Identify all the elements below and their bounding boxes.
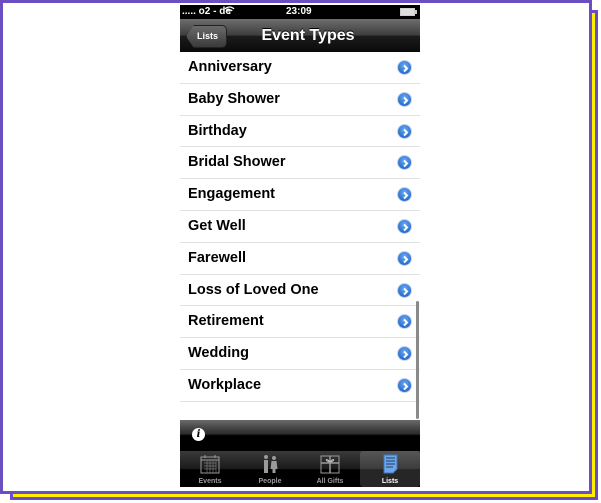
- list-item-label: Get Well: [188, 217, 246, 234]
- battery-icon: [400, 8, 417, 16]
- list-item-label: Farewell: [188, 249, 247, 266]
- list-item[interactable]: Loss of Loved One: [180, 275, 420, 307]
- disclosure-chevron-icon[interactable]: [397, 346, 412, 362]
- navigation-bar: Lists Event Types: [180, 19, 420, 52]
- list-item-label: Workplace: [188, 376, 262, 393]
- page-title: Event Types: [261, 27, 355, 44]
- disclosure-chevron-icon[interactable]: [397, 314, 412, 330]
- bottom-toolbar: i: [180, 420, 420, 451]
- list-item-label: Engagement: [188, 186, 276, 203]
- list-item-label: Bridal Shower: [188, 154, 286, 171]
- list-item[interactable]: Get Well: [180, 211, 420, 243]
- scrollbar[interactable]: [416, 301, 419, 419]
- disclosure-chevron-icon[interactable]: [397, 91, 412, 107]
- wifi-icon: [224, 5, 235, 18]
- tab-label: Lists: [381, 478, 399, 485]
- disclosure-chevron-icon[interactable]: [397, 218, 412, 234]
- list-item[interactable]: Baby Shower: [180, 84, 420, 116]
- tab-label: People: [258, 478, 282, 485]
- list-item-label: Baby Shower: [188, 90, 280, 107]
- list-item-label: Wedding: [188, 345, 249, 362]
- disclosure-chevron-icon[interactable]: [397, 123, 412, 139]
- tab-people[interactable]: People: [240, 451, 300, 487]
- people-icon: [264, 455, 278, 473]
- list-item[interactable]: Anniversary: [180, 52, 420, 84]
- status-bar: ..... o2 - de 23:09: [180, 5, 420, 19]
- list-item[interactable]: Workplace: [180, 370, 420, 402]
- list-item[interactable]: Engagement: [180, 179, 420, 211]
- list-icon: [383, 454, 398, 474]
- info-icon[interactable]: i: [192, 428, 205, 441]
- list-item[interactable]: Bridal Shower: [180, 147, 420, 180]
- clock: 23:09: [286, 6, 312, 17]
- disclosure-chevron-icon[interactable]: [397, 60, 412, 75]
- disclosure-chevron-icon[interactable]: [397, 250, 412, 266]
- tab-bar: Events People All Gifts Lists: [180, 451, 420, 487]
- tab-label: Events: [198, 478, 222, 485]
- list-item[interactable]: Birthday: [180, 116, 420, 148]
- list-item-label: Retirement: [188, 313, 264, 330]
- disclosure-chevron-icon[interactable]: [397, 377, 412, 393]
- event-types-list: Anniversary Baby Shower Birthday Bridal Sho…: [180, 52, 420, 420]
- list-item[interactable]: Retirement: [180, 306, 420, 339]
- phone-screen: ..... o2 - de 23:09 Lists Event Types An…: [180, 5, 420, 487]
- disclosure-chevron-icon[interactable]: [397, 155, 412, 171]
- list-item-label: Anniversary: [188, 59, 272, 75]
- disclosure-chevron-icon[interactable]: [397, 282, 412, 298]
- tab-lists[interactable]: Lists: [360, 451, 420, 487]
- calendar-icon: [200, 455, 220, 474]
- list-item-label: Loss of Loved One: [188, 281, 319, 298]
- tab-label: All Gifts: [316, 478, 344, 485]
- disclosure-chevron-icon[interactable]: [397, 187, 412, 203]
- tab-events[interactable]: Events: [180, 451, 240, 487]
- list-item[interactable]: Farewell: [180, 243, 420, 275]
- list-item-label: Birthday: [188, 122, 247, 139]
- list-item[interactable]: Wedding: [180, 338, 420, 370]
- gift-icon: [320, 455, 340, 474]
- tab-all-gifts[interactable]: All Gifts: [300, 451, 360, 487]
